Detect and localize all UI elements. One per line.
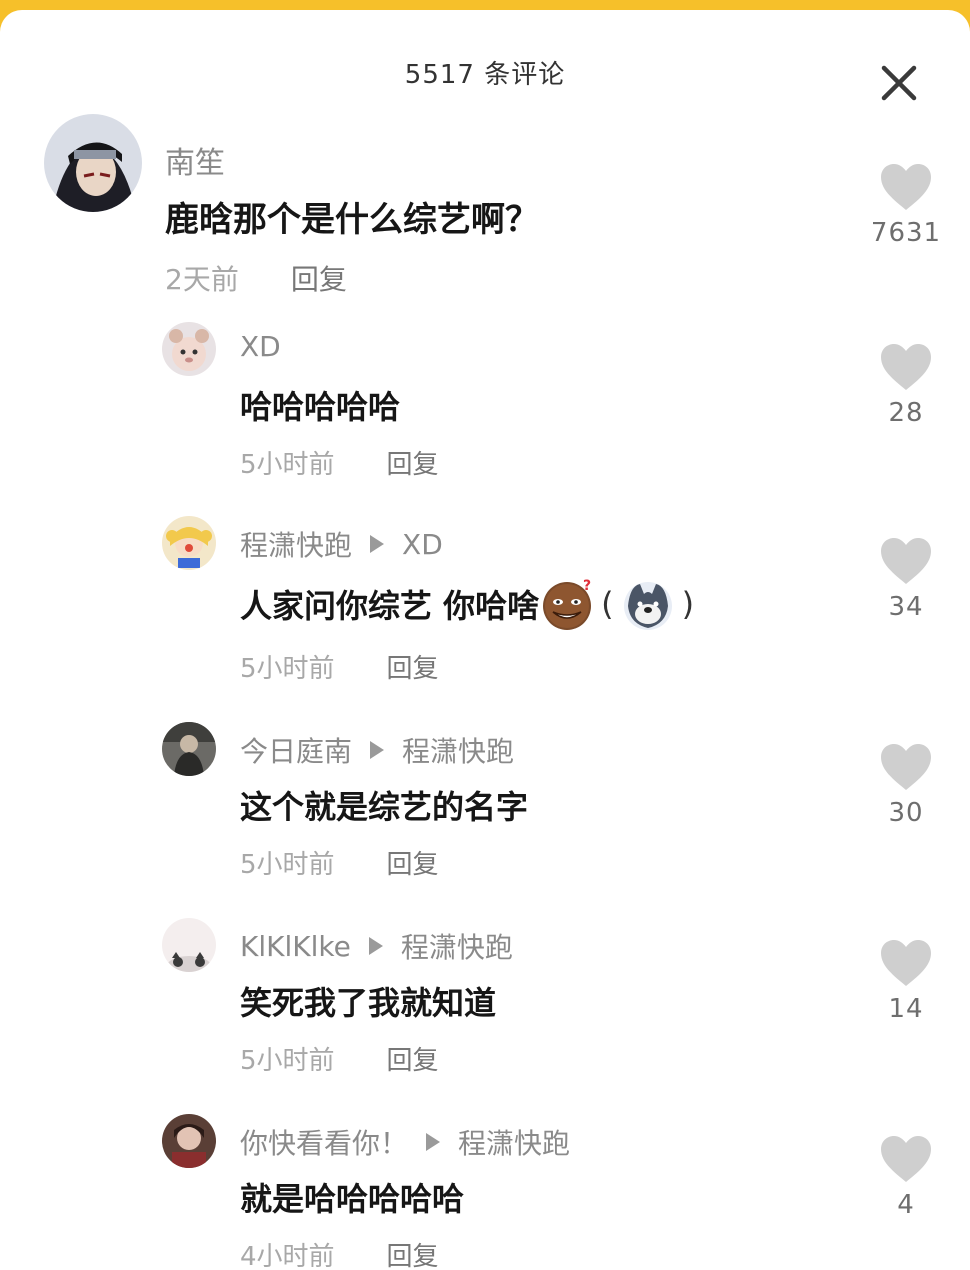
reply-meta: 5小时前 回复 — [240, 648, 439, 685]
reply-username-row: 程潇快跑 XD — [240, 524, 443, 564]
like-count: 14 — [888, 994, 924, 1024]
reply-to-username[interactable]: 程潇快跑 — [458, 1122, 570, 1162]
avatar[interactable] — [162, 722, 216, 776]
reply-username-row: XD — [240, 330, 281, 363]
like-control: 30 — [870, 742, 942, 828]
like-control: 14 — [870, 938, 942, 1024]
reply-button[interactable]: 回复 — [387, 648, 439, 685]
like-count: 4 — [897, 1190, 915, 1220]
reply-username-row: 你快看看你！ 程潇快跑 — [240, 1122, 570, 1162]
reply-time: 5小时前 — [240, 850, 335, 880]
heart-icon[interactable] — [879, 342, 933, 392]
reply-text: 哈哈哈哈哈 — [240, 388, 401, 426]
reply-time: 5小时前 — [240, 654, 335, 684]
avatar[interactable] — [162, 516, 216, 570]
like-count: 34 — [888, 592, 924, 622]
grinning-emoji-icon: ? — [539, 576, 595, 632]
reply-to-username[interactable]: 程潇快跑 — [402, 730, 514, 770]
reply-username-row: 今日庭南 程潇快跑 — [240, 730, 514, 770]
reply-button[interactable]: 回复 — [387, 444, 439, 481]
heart-icon[interactable] — [879, 938, 933, 988]
close-button[interactable] — [870, 54, 928, 112]
reply-meta: 5小时前 回复 — [240, 444, 439, 481]
reply-time: 4小时前 — [240, 1242, 335, 1270]
heart-icon[interactable] — [879, 162, 933, 212]
svg-text:?: ? — [583, 578, 591, 594]
reply-to-arrow-icon — [370, 535, 385, 553]
reply-to-arrow-icon — [370, 741, 385, 759]
reply-username-row: KlKlKlke 程潇快跑 — [240, 926, 513, 966]
reply-text: 笑死我了我就知道 — [240, 984, 497, 1022]
reply-username[interactable]: XD — [240, 330, 281, 363]
reply-username[interactable]: 今日庭南 — [240, 730, 352, 770]
reply-time: 5小时前 — [240, 450, 335, 480]
reply-button[interactable]: 回复 — [291, 258, 347, 298]
comment-meta: 2天前 回复 — [165, 258, 347, 298]
reply-time: 5小时前 — [240, 1046, 335, 1076]
comment-text: 鹿晗那个是什么综艺啊？ — [165, 200, 539, 240]
reply-text: 就是哈哈哈哈哈 — [240, 1180, 465, 1218]
like-count: 28 — [888, 398, 924, 428]
reply-meta: 4小时前 回复 — [240, 1236, 439, 1270]
reply-text: 人家问你综艺 你哈啥 ? () — [240, 576, 700, 632]
paren-open: ( — [601, 585, 614, 623]
close-icon — [881, 65, 917, 101]
like-count: 30 — [888, 798, 924, 828]
reply-username[interactable]: 程潇快跑 — [240, 524, 352, 564]
avatar[interactable] — [162, 1114, 216, 1168]
reply-button[interactable]: 回复 — [387, 844, 439, 881]
reply-to-username[interactable]: XD — [402, 528, 443, 561]
reply-button[interactable]: 回复 — [387, 1040, 439, 1077]
heart-icon[interactable] — [879, 536, 933, 586]
reply-text: 这个就是综艺的名字 — [240, 788, 529, 826]
heart-icon[interactable] — [879, 742, 933, 792]
reply-username[interactable]: KlKlKlke — [240, 930, 351, 963]
avatar[interactable] — [44, 114, 142, 212]
doge-emoji-icon — [620, 576, 676, 632]
like-control: 34 — [870, 536, 942, 622]
reply-button[interactable]: 回复 — [387, 1236, 439, 1270]
heart-icon[interactable] — [879, 1134, 933, 1184]
like-count: 7631 — [870, 218, 942, 248]
reply-username[interactable]: 你快看看你！ — [240, 1122, 408, 1162]
comment-count-title: 5517 条评论 — [404, 60, 566, 90]
like-control: 4 — [870, 1134, 942, 1220]
avatar[interactable] — [162, 918, 216, 972]
reply-meta: 5小时前 回复 — [240, 844, 439, 881]
like-control: 28 — [870, 342, 942, 428]
comments-sheet: 5517 条评论 南笙 鹿晗那个是什么综艺啊？ 2天前 回复 7631 XD 哈… — [0, 10, 970, 1270]
avatar[interactable] — [162, 322, 216, 376]
reply-meta: 5小时前 回复 — [240, 1040, 439, 1077]
reply-to-arrow-icon — [426, 1133, 441, 1151]
comment-username[interactable]: 南笙 — [165, 138, 225, 182]
reply-to-arrow-icon — [368, 937, 383, 955]
comment-time: 2天前 — [165, 263, 239, 296]
reply-to-username[interactable]: 程潇快跑 — [401, 926, 513, 966]
paren-close: ) — [681, 585, 695, 623]
reply-text-content: 人家问你综艺 你哈啥 — [240, 587, 540, 625]
like-control: 7631 — [870, 162, 942, 248]
